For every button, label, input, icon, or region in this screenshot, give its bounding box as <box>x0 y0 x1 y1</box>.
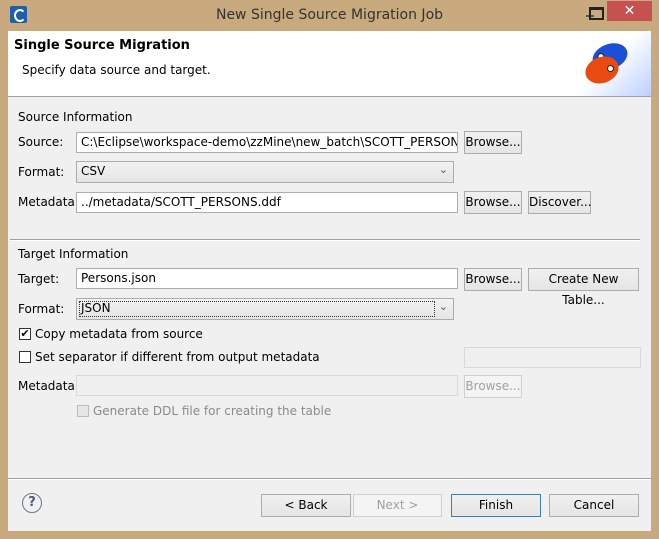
cancel-button[interactable]: Cancel <box>549 494 639 517</box>
chevron-down-icon: ⌄ <box>438 163 448 176</box>
banner-description: Specify data source and target. <box>22 63 211 77</box>
section-divider <box>10 239 640 241</box>
create-new-table-button[interactable]: Create New Table... <box>528 268 639 307</box>
back-button[interactable]: < Back <box>261 494 351 517</box>
finish-button[interactable]: Finish <box>451 494 541 517</box>
copy-metadata-checkbox[interactable]: ✔ <box>19 328 31 340</box>
source-label: Source: <box>18 135 64 149</box>
metadata-browse-button[interactable]: Browse... <box>464 191 522 214</box>
source-metadata-input[interactable]: ../metadata/SCOTT_PERSONS.ddf <box>76 192 458 213</box>
source-format-select[interactable]: CSV ⌄ <box>76 161 454 183</box>
generate-ddl-label: Generate DDL file for creating the table <box>93 404 332 418</box>
next-button[interactable]: Next > <box>353 494 442 517</box>
target-metadata-input[interactable] <box>76 375 458 396</box>
target-section-title: Target Information <box>18 247 129 261</box>
focus-ring <box>79 301 435 317</box>
discover-button[interactable]: Discover... <box>528 191 592 214</box>
target-label: Target: <box>18 272 60 286</box>
generate-ddl-checkbox[interactable] <box>77 405 89 417</box>
chevron-down-icon: ⌄ <box>438 300 448 313</box>
banner-title: Single Source Migration <box>14 38 190 53</box>
close-button[interactable]: ✕ <box>607 1 652 21</box>
target-format-select[interactable]: JSON ⌄ <box>76 298 454 320</box>
copy-metadata-label[interactable]: Copy metadata from source <box>35 327 203 341</box>
close-icon: ✕ <box>623 3 636 19</box>
separator-label[interactable]: Set separator if different from output m… <box>35 350 320 364</box>
target-metadata-label: Metadata: <box>18 379 79 393</box>
target-metadata-browse-button[interactable]: Browse... <box>464 375 522 398</box>
target-format-label: Format: <box>18 302 65 316</box>
window-title: New Single Source Migration Job <box>215 7 444 23</box>
target-input[interactable]: Persons.json <box>76 268 458 289</box>
source-section-title: Source Information <box>18 110 133 124</box>
source-input[interactable]: C:\Eclipse\workspace-demo\zzMine\new_bat… <box>76 132 458 153</box>
target-browse-button[interactable]: Browse... <box>464 268 522 291</box>
source-format-label: Format: <box>18 165 65 179</box>
help-icon[interactable]: ? <box>22 493 42 513</box>
footer-divider <box>8 478 651 480</box>
source-metadata-label: Metadata: <box>18 195 79 209</box>
source-browse-button[interactable]: Browse... <box>464 131 522 154</box>
source-format-value: CSV <box>81 164 106 178</box>
maximize-button[interactable] <box>589 7 604 20</box>
wizard-banner: Single Source Migration Specify data sou… <box>8 31 651 97</box>
separator-input[interactable] <box>464 347 641 368</box>
separator-checkbox[interactable] <box>19 351 31 363</box>
dialog-body: Single Source Migration Specify data sou… <box>8 31 651 531</box>
title-bar: New Single Source Migration Job ✕ <box>0 0 659 31</box>
